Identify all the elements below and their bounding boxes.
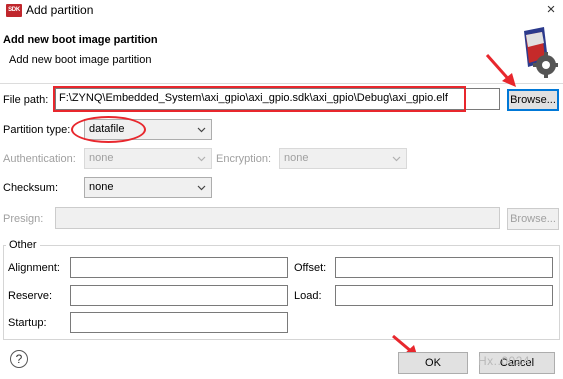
chevron-down-icon [197, 127, 206, 133]
watermark-text: Hx..0024 [478, 354, 531, 368]
close-icon[interactable]: × [543, 1, 559, 18]
encryption-select[interactable]: none [279, 148, 407, 169]
presign-browse-button[interactable]: Browse... [507, 208, 559, 230]
checksum-value: none [89, 181, 114, 193]
reserve-input[interactable] [70, 285, 288, 306]
annotation-arrow-browse [485, 54, 516, 87]
chevron-down-icon [197, 156, 206, 162]
highlight-ellipse [71, 116, 146, 143]
help-icon[interactable]: ? [10, 350, 28, 368]
highlight-rectangle [53, 86, 466, 112]
file-path-browse-button[interactable]: Browse... [507, 89, 559, 111]
other-group-title: Other [6, 239, 40, 251]
authentication-select[interactable]: none [84, 148, 212, 169]
file-path-label: File path: [3, 94, 49, 106]
chevron-down-icon [197, 185, 206, 191]
partition-type-label: Partition type: [3, 124, 71, 136]
banner-subtitle: Add new boot image partition [9, 54, 152, 66]
startup-label: Startup: [8, 317, 47, 329]
presign-label: Presign: [3, 213, 44, 225]
presign-input[interactable] [55, 207, 500, 229]
window-title: Add partition [26, 3, 94, 17]
sdk-app-icon: SDK [6, 4, 22, 17]
offset-label: Offset: [294, 262, 327, 274]
banner-title: Add new boot image partition [3, 34, 158, 46]
load-input[interactable] [335, 285, 553, 306]
encryption-label: Encryption: [216, 153, 272, 165]
encryption-value: none [284, 152, 309, 164]
chevron-down-icon [392, 156, 401, 162]
authentication-label: Authentication: [3, 153, 76, 165]
alignment-input[interactable] [70, 257, 288, 278]
offset-input[interactable] [335, 257, 553, 278]
startup-input[interactable] [70, 312, 288, 333]
checksum-select[interactable]: none [84, 177, 212, 198]
authentication-value: none [89, 152, 114, 164]
sdk-gear-icon [518, 27, 558, 79]
alignment-label: Alignment: [8, 262, 60, 274]
ok-button[interactable]: OK [398, 352, 468, 374]
reserve-label: Reserve: [8, 290, 53, 302]
load-label: Load: [294, 290, 322, 302]
checksum-label: Checksum: [3, 182, 59, 194]
